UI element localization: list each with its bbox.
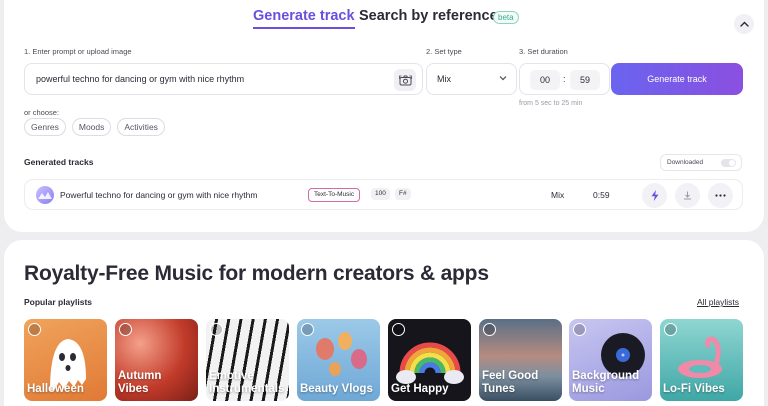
download-icon <box>684 191 691 200</box>
tab-search-by-reference[interactable]: Search by reference <box>359 8 498 25</box>
playlist-card-background-music[interactable]: Background Music <box>569 319 652 401</box>
chip-genres[interactable]: Genres <box>24 118 66 136</box>
track-row[interactable]: Powerful techno for dancing or gym with … <box>24 179 743 210</box>
type-value: Mix <box>437 74 451 84</box>
duration-input: 00 : 59 <box>519 63 610 95</box>
playlist-card-emotive-instrumentals[interactable]: Emotive Instrumentals <box>206 319 289 401</box>
track-tag-text-to-music: Text-To-Music <box>308 188 361 202</box>
chevron-up-icon <box>739 21 749 27</box>
duration-hint: from 5 sec to 25 min <box>519 100 583 107</box>
generate-track-button[interactable]: Generate track <box>611 63 743 95</box>
type-select[interactable]: Mix <box>426 63 517 95</box>
playlist-title: Emotive Instrumentals <box>209 370 285 395</box>
camera-icon <box>398 75 412 85</box>
chevron-down-icon <box>499 76 507 81</box>
downloaded-filter[interactable]: Downloaded <box>660 154 742 171</box>
track-type: Mix <box>551 190 565 200</box>
popular-playlists-label: Popular playlists <box>24 297 93 307</box>
waveform-badge-icon <box>573 323 586 336</box>
playlist-title: Halloween <box>27 383 84 395</box>
track-key: F# <box>395 188 411 200</box>
playlist-title: Feel Good Tunes <box>482 370 539 395</box>
playlist-card-lo-fi-vibes[interactable]: Lo-Fi Vibes <box>660 319 743 401</box>
playlist-title: Autumn Vibes <box>118 370 162 395</box>
lightning-icon <box>651 190 658 201</box>
waveform-badge-icon <box>664 323 677 336</box>
more-options-button[interactable] <box>708 183 733 208</box>
section-heading: Royalty-Free Music for modern creators &… <box>24 262 489 285</box>
or-choose-label: or choose: <box>24 108 60 117</box>
more-dots-icon <box>715 194 726 197</box>
tab-generate-track[interactable]: Generate track <box>253 8 355 29</box>
duration-separator: : <box>563 74 566 84</box>
track-bpm: 100 <box>371 188 390 200</box>
all-playlists-link[interactable]: All playlists <box>697 297 739 307</box>
waveform-badge-icon <box>119 323 132 336</box>
playlist-card-autumn-vibes[interactable]: Autumn Vibes <box>115 319 198 401</box>
chip-moods[interactable]: Moods <box>71 118 112 136</box>
waveform-badge-icon <box>483 323 496 336</box>
playlist-card-get-happy[interactable]: Get Happy <box>388 319 471 401</box>
playlist-card-beauty-vlogs[interactable]: Beauty Vlogs <box>297 319 380 401</box>
mode-tabs: Generate track Search by reference beta <box>4 8 764 34</box>
waveform-badge-icon <box>392 323 405 336</box>
generate-panel: Generate track Search by reference beta … <box>4 0 764 232</box>
downloaded-label: Downloaded <box>667 159 704 166</box>
download-button[interactable] <box>675 183 700 208</box>
duration-minutes-field[interactable]: 00 <box>530 70 560 90</box>
prompt-label: 1. Enter prompt or upload image <box>24 47 132 56</box>
playlist-title: Lo-Fi Vibes <box>663 383 725 395</box>
playlist-card-halloween[interactable]: Halloween <box>24 319 107 401</box>
track-logo-icon <box>36 186 54 204</box>
waveform-badge-icon <box>28 323 41 336</box>
filter-chips: Genres Moods Activities <box>24 118 165 136</box>
collapse-button[interactable] <box>734 14 754 34</box>
waveform-badge-icon <box>210 323 223 336</box>
track-duration: 0:59 <box>593 190 610 200</box>
prompt-input[interactable]: powerful techno for dancing or gym with … <box>24 63 423 95</box>
generated-tracks-title: Generated tracks <box>24 157 94 167</box>
type-label: 2. Set type <box>426 47 462 56</box>
playlist-title: Beauty Vlogs <box>300 383 373 395</box>
boost-button[interactable] <box>642 183 667 208</box>
beta-badge: beta <box>493 11 519 24</box>
downloaded-toggle[interactable] <box>721 159 736 167</box>
playlist-card-feel-good-tunes[interactable]: Feel Good Tunes <box>479 319 562 401</box>
prompt-value: powerful techno for dancing or gym with … <box>36 74 245 84</box>
upload-image-button[interactable] <box>394 69 416 91</box>
track-title: Powerful techno for dancing or gym with … <box>60 190 258 200</box>
duration-label: 3. Set duration <box>519 47 568 56</box>
duration-seconds-field[interactable]: 59 <box>570 70 600 90</box>
playlist-title: Get Happy <box>391 383 449 395</box>
chip-activities[interactable]: Activities <box>117 118 165 136</box>
playlist-title: Background Music <box>572 370 640 395</box>
waveform-badge-icon <box>301 323 314 336</box>
